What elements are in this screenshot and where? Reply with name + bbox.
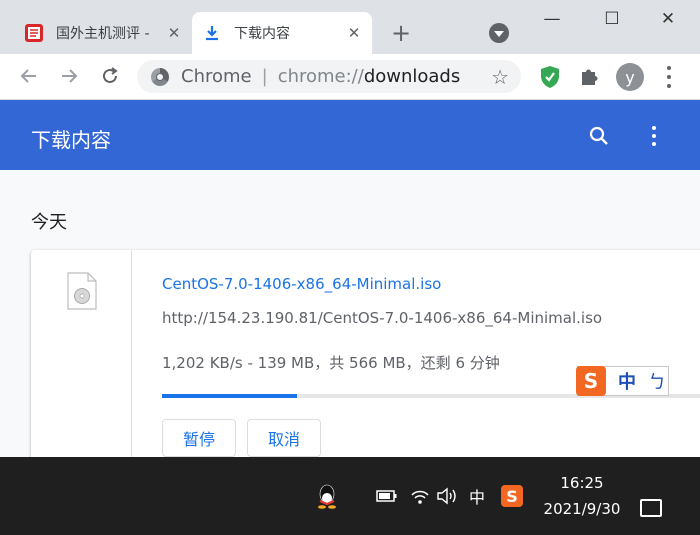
address-bar[interactable]: Chrome | chrome:// downloads ☆ <box>137 60 521 93</box>
reload-icon[interactable] <box>96 62 124 90</box>
chevron-down-icon[interactable] <box>489 23 509 43</box>
cancel-button[interactable]: 取消 <box>247 419 322 457</box>
file-name-link[interactable]: CentOS-7.0-1406-x86_64-Minimal.iso <box>162 275 441 293</box>
clock[interactable]: 16:25 2021/9/30 <box>540 457 624 535</box>
file-icon <box>67 272 97 310</box>
file-url[interactable]: http://154.23.190.81/CentOS-7.0-1406-x86… <box>162 309 602 327</box>
downloads-header: 下载内容 <box>0 100 700 170</box>
plus-icon[interactable]: + <box>388 19 414 47</box>
tab-strip: 国外主机测评 - ✕ 下载内容 ✕ + — ☐ ✕ <box>0 0 700 54</box>
omnibox-separator: | <box>261 66 268 87</box>
toolbar: Chrome | chrome:// downloads ☆ y <box>0 54 700 100</box>
wifi-icon[interactable] <box>408 457 432 535</box>
tab-title: 国外主机测评 - <box>56 26 150 42</box>
progress-fill <box>162 394 297 398</box>
ime-mode[interactable]: 中 <box>618 368 636 394</box>
sogou-taskbar-logo: S <box>501 485 523 507</box>
shield-icon[interactable] <box>539 65 561 89</box>
sogou-icon <box>25 24 43 42</box>
clock-time: 16:25 <box>560 474 604 492</box>
download-item: CentOS-7.0-1406-x86_64-Minimal.iso http:… <box>31 250 700 475</box>
close-window-button[interactable]: ✕ <box>648 8 688 30</box>
tab-downloads[interactable]: 下载内容 ✕ <box>192 12 372 54</box>
battery-icon[interactable] <box>375 457 399 535</box>
tab-title: 下载内容 <box>234 26 290 42</box>
star-icon[interactable]: ☆ <box>491 65 509 89</box>
back-arrow-icon[interactable] <box>15 62 43 90</box>
puzzle-icon[interactable] <box>578 64 602 88</box>
clock-date: 2021/9/30 <box>543 500 621 518</box>
sogou-icon: S <box>576 366 606 396</box>
tab-hncloud[interactable]: 国外主机测评 - ✕ <box>14 12 192 54</box>
notification-icon[interactable] <box>640 499 662 517</box>
close-tab-icon[interactable]: ✕ <box>164 23 184 43</box>
input-method-indicator[interactable]: 中 <box>465 457 489 535</box>
page-title: 下载内容 <box>31 128 111 152</box>
close-tab-icon[interactable]: ✕ <box>344 23 364 43</box>
sogou-icon[interactable]: S <box>500 457 524 535</box>
file-icon-column <box>31 250 132 475</box>
download-status: 1,202 KB/s - 139 MB，共 566 MB，还剩 6 分钟 <box>162 354 500 372</box>
kebab-menu-icon[interactable] <box>650 124 658 148</box>
volume-icon[interactable] <box>435 457 459 535</box>
avatar[interactable]: y <box>616 63 644 91</box>
download-icon <box>206 26 218 41</box>
section-date: 今天 <box>31 212 67 233</box>
search-icon[interactable] <box>588 125 610 147</box>
minimize-button[interactable]: — <box>532 8 572 30</box>
taskbar: 中 S 16:25 2021/9/30 <box>0 457 700 535</box>
kebab-menu-icon[interactable] <box>664 64 674 90</box>
omnibox-site: Chrome <box>181 66 252 87</box>
maximize-button[interactable]: ☐ <box>592 8 632 30</box>
forward-arrow-icon[interactable] <box>55 62 83 90</box>
ime-punctuation[interactable]: ㄅ <box>648 368 666 394</box>
ime-status-bar[interactable]: S 中 ㄅ <box>576 366 669 396</box>
chrome-icon <box>151 67 169 86</box>
omnibox-scheme: chrome:// <box>277 66 364 87</box>
downloads-list: 今天 CentOS-7.0-1406-x86_64-Minimal.iso ht… <box>0 170 700 475</box>
qq-icon[interactable] <box>314 457 340 535</box>
pause-button[interactable]: 暂停 <box>162 419 237 457</box>
omnibox-path: downloads <box>363 66 461 87</box>
